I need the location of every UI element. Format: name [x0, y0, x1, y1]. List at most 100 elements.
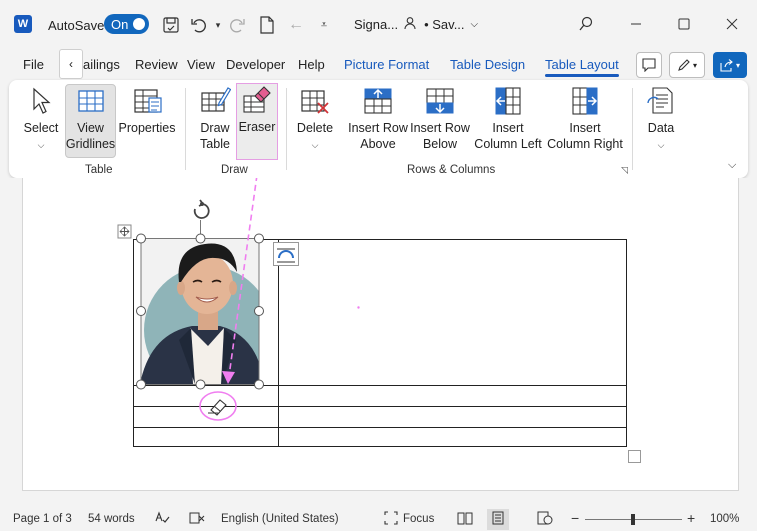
chevron-down-icon: ⌵: [311, 140, 319, 150]
maximize-icon[interactable]: [672, 12, 696, 36]
document-canvas: [117, 178, 641, 463]
tab-view[interactable]: View: [187, 57, 215, 72]
proofing-icon[interactable]: [154, 511, 170, 528]
view-gridlines-label-1: View: [77, 121, 104, 135]
zoom-in-icon[interactable]: +: [687, 510, 695, 526]
zoom-level[interactable]: 100%: [710, 513, 739, 525]
tabs-scroll-left-button[interactable]: ‹: [59, 49, 83, 79]
insert-column-right-button[interactable]: Insert Column Right: [547, 85, 623, 152]
eraser-button[interactable]: Eraser: [236, 83, 278, 160]
focus-mode[interactable]: Focus: [403, 513, 434, 525]
minimize-icon[interactable]: [624, 12, 648, 36]
collapse-ribbon-icon[interactable]: ⌵: [728, 159, 736, 172]
tab-file[interactable]: File: [23, 57, 44, 72]
tab-help[interactable]: Help: [298, 57, 325, 72]
group-separator: [185, 88, 186, 170]
gridlines-icon: [77, 90, 104, 112]
tab-review[interactable]: Review: [135, 57, 178, 72]
view-gridlines-label-2: Gridlines: [65, 137, 116, 151]
toggle-knob: [133, 18, 145, 30]
draw-table-icon: [201, 87, 231, 112]
tab-picture-format[interactable]: Picture Format: [344, 57, 429, 72]
document-area: [0, 178, 757, 508]
group-label-draw: Draw: [221, 164, 248, 176]
properties-label: Properties: [118, 121, 176, 135]
customize-quick-access-icon[interactable]: ⩡: [313, 14, 335, 36]
insert-row-above-icon: [364, 88, 392, 114]
tab-developer[interactable]: Developer: [226, 57, 285, 72]
insert-column-left-button[interactable]: Insert Column Left: [473, 85, 543, 152]
new-document-icon[interactable]: [256, 14, 278, 36]
cursor-arrow-icon: [33, 87, 51, 114]
eraser-label: Eraser: [238, 120, 276, 134]
data-button[interactable]: Data ⌵: [641, 85, 681, 153]
layout-options-icon[interactable]: [273, 242, 299, 266]
zoom-slider-thumb[interactable]: [631, 514, 635, 525]
table-resize-handle[interactable]: [628, 450, 641, 463]
insert-column-left-label-2: Column Left: [474, 137, 542, 151]
tab-table-design[interactable]: Table Design: [450, 57, 525, 72]
insert-row-above-label-1: Insert Row: [348, 121, 408, 135]
save-icon[interactable]: [160, 14, 182, 36]
document-title[interactable]: Signa... • Sav... ⌵: [354, 16, 478, 33]
select-button[interactable]: Select ⌵: [21, 85, 61, 153]
word-logo-icon: W: [14, 15, 32, 33]
back-arrow-icon[interactable]: ←: [285, 14, 307, 36]
insert-column-right-label-1: Insert: [569, 121, 601, 135]
data-icon: [647, 87, 673, 114]
insert-column-right-label-2: Column Right: [547, 137, 623, 151]
read-mode-icon[interactable]: [457, 511, 473, 528]
zoom-out-icon[interactable]: −: [571, 510, 579, 526]
search-icon[interactable]: [574, 12, 598, 36]
insert-row-below-label-1: Insert Row: [410, 121, 470, 135]
rotate-handle-icon[interactable]: [193, 199, 210, 219]
autosave-label: AutoSave: [48, 17, 105, 33]
insert-column-left-label-1: Insert: [492, 121, 524, 135]
chevron-down-icon: ⌵: [657, 140, 665, 150]
table-move-handle-icon[interactable]: [117, 224, 132, 239]
group-label-rows-columns: Rows & Columns: [407, 164, 496, 176]
table-properties-icon: [134, 89, 162, 113]
insert-row-below-icon: [426, 88, 454, 114]
person-icon: [404, 16, 418, 33]
delete-button[interactable]: Delete ⌵: [294, 85, 336, 153]
comments-button[interactable]: [636, 52, 662, 78]
accessibility-icon[interactable]: [189, 511, 205, 528]
focus-icon[interactable]: [384, 511, 398, 528]
draw-table-button[interactable]: Draw Table: [195, 85, 235, 152]
insert-column-left-icon: [495, 87, 521, 115]
chevron-down-icon: ⌵: [37, 140, 45, 150]
close-icon[interactable]: [720, 12, 744, 36]
dialog-launcher-icon[interactable]: ◹: [621, 165, 628, 176]
autosave-toggle[interactable]: On: [104, 14, 149, 34]
insert-column-right-icon: [572, 87, 598, 115]
save-status: • Sav...: [424, 17, 465, 32]
comment-icon: [642, 58, 656, 72]
editing-mode-button[interactable]: ▾: [669, 52, 705, 78]
tab-mailings[interactable]: ailings: [83, 57, 120, 72]
group-label-table: Table: [85, 164, 113, 176]
language[interactable]: English (United States): [221, 513, 339, 525]
tab-table-layout[interactable]: Table Layout: [545, 57, 619, 77]
insert-row-below-button[interactable]: Insert Row Below: [409, 85, 471, 152]
print-layout-icon[interactable]: [487, 509, 509, 530]
insert-row-below-label-2: Below: [422, 137, 458, 151]
share-icon: [720, 58, 733, 72]
insert-row-above-button[interactable]: Insert Row Above: [347, 85, 409, 152]
data-label: Data: [647, 121, 675, 135]
view-gridlines-button[interactable]: View Gridlines: [65, 84, 116, 158]
chevron-down-icon: ▾: [692, 60, 697, 70]
web-layout-icon[interactable]: [537, 511, 553, 528]
profile-photo[interactable]: [140, 238, 272, 394]
draw-table-label-2: Table: [200, 137, 230, 151]
word-count[interactable]: 54 words: [88, 513, 135, 525]
delete-label: Delete: [296, 121, 334, 135]
redo-icon[interactable]: [226, 14, 248, 36]
page-count[interactable]: Page 1 of 3: [13, 513, 72, 525]
chevron-down-icon: ▾: [735, 60, 740, 70]
draw-table-label-1: Draw: [200, 121, 230, 135]
share-button[interactable]: ▾: [713, 52, 747, 78]
chevron-left-icon: ‹: [69, 57, 73, 71]
properties-button[interactable]: Properties: [118, 85, 176, 136]
status-bar: Page 1 of 3 54 words English (United Sta…: [0, 508, 757, 531]
